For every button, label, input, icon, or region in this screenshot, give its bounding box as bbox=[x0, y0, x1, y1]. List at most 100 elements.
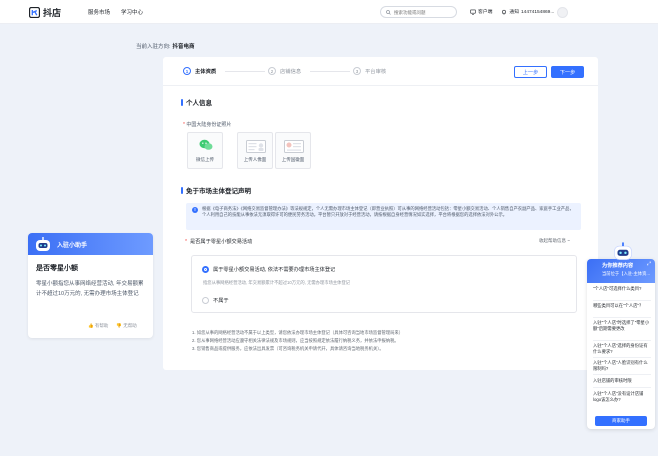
avatar[interactable] bbox=[557, 6, 569, 18]
legal-notice: ! 根据《电子商务法》《网络交易监督管理办法》等法规规定，个人无需办理市场主体登… bbox=[186, 203, 581, 230]
info-icon: ! bbox=[192, 207, 198, 213]
option-small-trade[interactable]: 属于零星小额交易活动, 依法不需要办理市场主体登记 bbox=[202, 266, 335, 273]
top-links: 客户端 通知 bbox=[470, 8, 519, 15]
top-nav: 服务市场 学习中心 bbox=[88, 8, 143, 16]
robot-icon bbox=[36, 237, 50, 251]
exempt-heading: 免于市场主体登记声明 bbox=[181, 185, 251, 195]
account-name: 14474154869... bbox=[521, 9, 555, 15]
recommend-question[interactable]: 入驻"个人店"时选择了"零星小额"后期需要更改 bbox=[593, 320, 651, 332]
notification-label: 通知 bbox=[509, 10, 520, 15]
divider bbox=[593, 300, 651, 301]
collapse-help-link[interactable]: 收起帮助信息 ~ bbox=[539, 238, 570, 244]
direction-value: 抖音电商 bbox=[172, 44, 195, 50]
option-yes-label: 属于零星小额交易活动, 依法不需要办理市场主体登记 bbox=[213, 267, 336, 273]
id-card-emblem-icon bbox=[284, 140, 304, 153]
recommend-subtitle: 当前位于【入驻-主体资... bbox=[602, 271, 650, 276]
monitor-icon bbox=[470, 9, 476, 15]
robot-mascot-icon bbox=[614, 242, 632, 260]
id-photo-label: * 中国大陆身份证照片 bbox=[183, 121, 231, 128]
recommend-question[interactable]: 哪些类目可以在"个人店"？ bbox=[593, 303, 651, 309]
unhelpful-label: 无帮助 bbox=[123, 323, 137, 328]
radio-unselected-icon[interactable] bbox=[202, 297, 209, 304]
account-menu[interactable]: 14474154869... bbox=[521, 6, 569, 18]
notification-link[interactable]: 通知 bbox=[501, 8, 519, 15]
required-mark: * bbox=[185, 238, 188, 245]
exempt-title: 免于市场主体登记声明 bbox=[186, 188, 251, 195]
recommend-header: 为你推荐内容 当前位于【入驻-主体资... ⤢ bbox=[587, 259, 655, 283]
logo[interactable]: 抖店 bbox=[29, 6, 61, 19]
wechat-icon bbox=[199, 139, 213, 150]
recommend-panel: 为你推荐内容 当前位于【入驻-主体资... ⤢ "个人店"可选择什么类目? 哪些… bbox=[587, 259, 655, 429]
notice-text: 根据《电子商务法》《网络交易监督管理办法》等法规规定，个人无需办理市场主体登记（… bbox=[202, 206, 574, 218]
footnote: 2. 您从事网络经营活动应遵守相关法律法规及市场规则，应当按照规定依法履行纳税义… bbox=[192, 338, 399, 343]
assistant-title: 入驻小助手 bbox=[57, 243, 88, 249]
option-yes-desc: 指您从事网络经营活动, 年交易额累计不超过10万元的, 无需办理市场主体登记 bbox=[203, 280, 351, 285]
option-not-small-trade[interactable]: 不属于 bbox=[202, 297, 229, 304]
search-input[interactable] bbox=[394, 9, 454, 15]
douyin-shop-logo-icon bbox=[29, 7, 40, 18]
step-number: 3 bbox=[353, 67, 361, 75]
upload-portrait[interactable]: 上传人像面 bbox=[237, 132, 273, 169]
upload-emblem[interactable]: 上传国徽面 bbox=[275, 132, 311, 169]
expand-icon[interactable]: ⤢ bbox=[647, 261, 651, 267]
merchant-assistant-button[interactable]: 商家助手 bbox=[595, 416, 647, 426]
search-icon bbox=[386, 9, 391, 15]
recommend-question[interactable]: 入驻"个人店"没有设计店铺logo该怎么办? bbox=[593, 391, 651, 403]
assistant-header: 入驻小助手 bbox=[28, 233, 153, 255]
unhelpful-button[interactable]: 👎 无帮助 bbox=[116, 323, 136, 329]
required-mark: * bbox=[183, 122, 185, 128]
divider bbox=[593, 340, 651, 341]
personal-info-title: 个人信息 bbox=[186, 100, 212, 107]
personal-info-heading: 个人信息 bbox=[181, 97, 212, 107]
radio-selected-icon[interactable] bbox=[202, 266, 209, 273]
feedback-row: 👍 有帮助 👎 无帮助 bbox=[88, 323, 137, 329]
wechat-upload[interactable]: 微信上传 bbox=[187, 132, 223, 169]
option-no-label: 不属于 bbox=[213, 298, 229, 304]
helpful-button[interactable]: 👍 有帮助 bbox=[88, 323, 108, 329]
prev-step-button[interactable]: 上一步 bbox=[514, 66, 547, 78]
id-card-portrait-icon bbox=[246, 140, 266, 153]
next-step-button[interactable]: 下一步 bbox=[551, 66, 584, 78]
nav-service-market[interactable]: 服务市场 bbox=[88, 8, 110, 16]
step-label: 平台审核 bbox=[365, 69, 387, 75]
upload-caption: 上传人像面 bbox=[243, 157, 267, 162]
step-label: 店铺信息 bbox=[280, 69, 302, 75]
divider bbox=[593, 387, 651, 388]
step-divider bbox=[310, 71, 350, 72]
app-name: 抖店 bbox=[43, 8, 62, 18]
recommend-question[interactable]: "个人店"可选择什么类目? bbox=[593, 286, 651, 292]
divider bbox=[593, 374, 651, 375]
top-bar: 抖店 服务市场 学习中心 客户端 通知 14474154869... bbox=[0, 0, 658, 24]
main-form-card: 1 主体资质 2 店铺信息 3 平台审核 上一步 下一步 个人信息 * 中国大陆… bbox=[163, 57, 598, 370]
nav-learning-center[interactable]: 学习中心 bbox=[121, 8, 143, 16]
client-label: 客户端 bbox=[478, 10, 493, 15]
small-trade-question: * 是否属于零星小额交易活动 bbox=[185, 238, 253, 246]
recommend-question[interactable]: 入驻店铺的审核时限 bbox=[593, 378, 651, 384]
upload-caption: 上传国徽面 bbox=[281, 157, 305, 162]
client-link[interactable]: 客户端 bbox=[470, 8, 492, 15]
bell-icon bbox=[502, 9, 507, 14]
step-shop-info: 2 店铺信息 bbox=[268, 67, 301, 75]
helpful-label: 有帮助 bbox=[94, 323, 109, 328]
divider bbox=[593, 317, 651, 318]
id-photo-text: 中国大陆身份证照片 bbox=[186, 122, 232, 128]
question-text: 是否属于零星小额交易活动 bbox=[190, 239, 253, 245]
step-number: 2 bbox=[268, 67, 276, 75]
stepper: 1 主体资质 2 店铺信息 3 平台审核 上一步 下一步 bbox=[163, 57, 598, 86]
footnote: 3. 您销售商品或提供服务，应依法出具发票（可咨询税务机关申请代开，具体请咨询当… bbox=[192, 346, 384, 351]
footnote: 1. 如您从事的网络经营活动不属于以上类型，请您依法办理市场主体登记（具体可咨询… bbox=[192, 330, 404, 335]
section-bar bbox=[181, 98, 183, 106]
search-box[interactable] bbox=[380, 6, 457, 18]
entry-direction: 当前入驻方向: 抖音电商 bbox=[136, 42, 195, 50]
step-divider bbox=[225, 71, 265, 72]
divider bbox=[593, 357, 651, 358]
assistant-card: 入驻小助手 是否零星小额 零星小额指您从事网络经营活动, 年交易额累计不超过10… bbox=[28, 233, 153, 338]
recommend-question[interactable]: 入驻"个人店"人脸识别有什么限制吗? bbox=[593, 360, 651, 372]
direction-label: 当前入驻方向: bbox=[136, 44, 171, 50]
assistant-text: 零星小额指您从事网络经营活动, 年交易额累计不超过10万元的, 无需办理市场主体… bbox=[36, 281, 144, 297]
step-number: 1 bbox=[183, 67, 191, 75]
assistant-heading: 是否零星小额 bbox=[36, 265, 78, 272]
step-qualification: 1 主体资质 bbox=[183, 67, 216, 75]
recommend-title: 为你推荐内容 bbox=[602, 263, 634, 269]
recommend-question[interactable]: 入驻"个人店"选择的身份证有什么要求? bbox=[593, 343, 651, 355]
